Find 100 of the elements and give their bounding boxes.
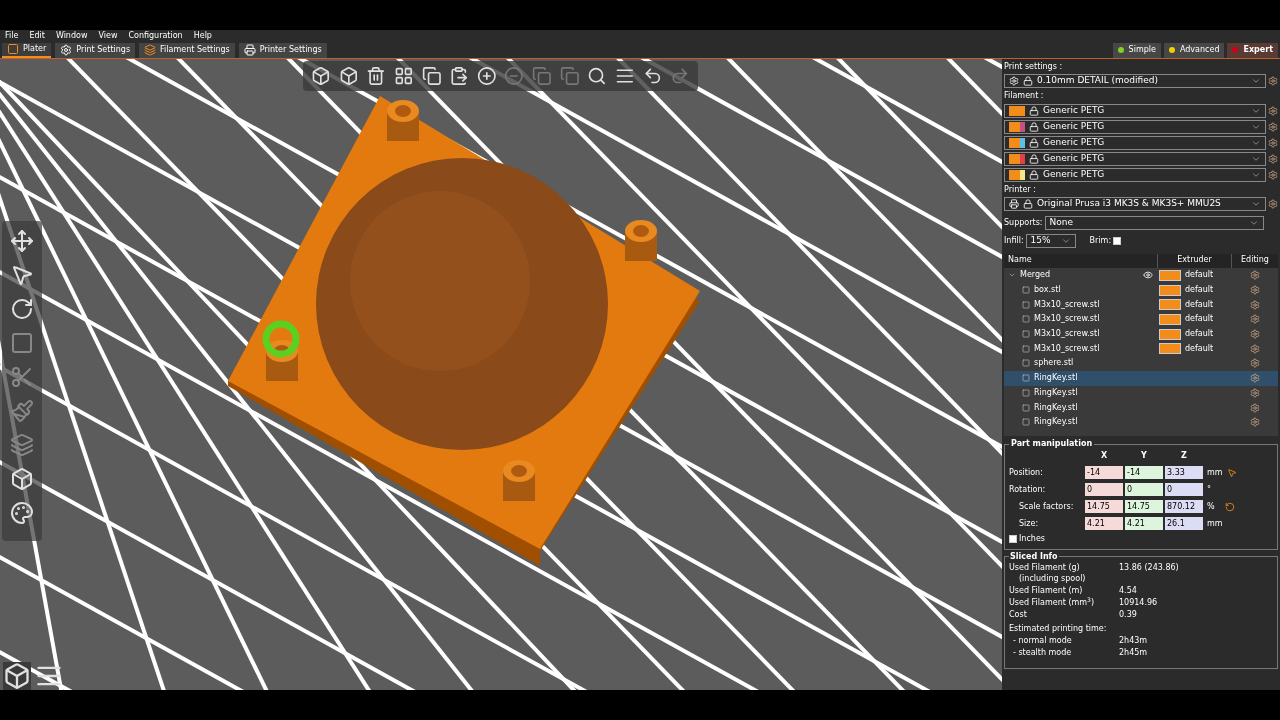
object-name: RingKey.stl xyxy=(1034,372,1078,385)
settings-icon[interactable] xyxy=(1250,402,1260,413)
value-input[interactable]: 3.33 xyxy=(1165,466,1203,479)
settings-icon[interactable] xyxy=(1268,122,1278,132)
menu-item[interactable]: Configuration xyxy=(128,30,183,42)
filament-dropdown[interactable]: Generic PETG xyxy=(1004,104,1266,118)
rotate-icon[interactable] xyxy=(10,297,34,321)
settings-icon[interactable] xyxy=(1250,343,1260,354)
menu-item[interactable]: File xyxy=(5,30,19,42)
settings-icon[interactable] xyxy=(1250,387,1260,398)
value-input[interactable]: 4.21 xyxy=(1085,517,1123,530)
object-row[interactable]: M3x10_screw.stl default xyxy=(1004,326,1278,342)
settings-icon[interactable] xyxy=(1268,170,1278,180)
settings-icon[interactable] xyxy=(1250,373,1260,384)
object-name: Merged xyxy=(1020,269,1051,282)
settings-icon[interactable] xyxy=(1250,314,1260,325)
filament-dropdown[interactable]: Generic PETG xyxy=(1004,152,1266,166)
object-row[interactable]: box.stl default xyxy=(1004,282,1278,298)
menu-item[interactable]: Edit xyxy=(29,30,45,42)
filament-dropdown[interactable]: Generic PETG xyxy=(1004,120,1266,134)
settings-icon[interactable] xyxy=(1268,106,1278,116)
value-input[interactable]: 0 xyxy=(1085,483,1123,496)
value-input[interactable]: 0 xyxy=(1125,483,1163,496)
move-icon[interactable] xyxy=(10,229,34,253)
value-input[interactable]: -14 xyxy=(1125,466,1163,479)
arrange-icon[interactable] xyxy=(393,65,414,87)
model-drawing[interactable] xyxy=(228,96,700,566)
cube-icon[interactable] xyxy=(10,467,34,491)
checkbox-label: Inches xyxy=(1019,533,1045,545)
brim-checkbox[interactable] xyxy=(1113,237,1122,245)
unit-label: mm xyxy=(1207,517,1223,530)
infill-dropdown[interactable]: 15% xyxy=(1025,234,1076,248)
3d-view-icon[interactable] xyxy=(3,662,31,690)
filament-dropdown[interactable]: Generic PETG xyxy=(1004,168,1266,182)
object-name: M3x10_screw.stl xyxy=(1034,313,1100,326)
cut-icon[interactable] xyxy=(10,365,34,389)
column-header: Extruder xyxy=(1158,254,1232,268)
menu-item[interactable]: Window xyxy=(55,30,88,42)
lock-icon xyxy=(1029,138,1039,148)
settings-icon[interactable] xyxy=(1250,417,1260,428)
settings-icon[interactable] xyxy=(1268,154,1278,164)
printer-dropdown[interactable]: Original Prusa i3 MK3S & MK3S+ MMU2S xyxy=(1004,197,1266,211)
field-label: Size: xyxy=(1018,517,1040,530)
value-input[interactable]: -14 xyxy=(1085,466,1123,479)
section-label: Filament : xyxy=(1004,90,1045,102)
object-row[interactable]: M3x10_screw.stl default xyxy=(1004,312,1278,327)
supports-dropdown[interactable]: None xyxy=(1044,216,1264,230)
settings-icon[interactable] xyxy=(1268,199,1278,209)
menu-item[interactable]: View xyxy=(98,30,118,42)
settings-icon[interactable] xyxy=(1268,76,1278,86)
info-label: - stealth mode xyxy=(1012,647,1073,658)
object-row[interactable]: sphere.stl xyxy=(1004,356,1278,371)
settings-icon[interactable] xyxy=(1250,285,1260,296)
menu-item[interactable]: Help xyxy=(193,30,212,42)
filament-dropdown[interactable]: Generic PETG xyxy=(1004,136,1266,150)
remove-instance-icon[interactable] xyxy=(504,65,525,87)
mode-button[interactable]: Expert xyxy=(1227,42,1278,58)
palette-icon[interactable] xyxy=(10,501,34,525)
info-label: Cost xyxy=(1009,609,1028,620)
tab[interactable]: Filament Settings xyxy=(139,42,235,58)
value-input[interactable]: 0 xyxy=(1165,483,1203,496)
reset-icon[interactable] xyxy=(1224,501,1235,512)
visibility-eye-icon[interactable] xyxy=(1143,270,1153,281)
mode-button[interactable]: Simple xyxy=(1112,42,1161,58)
info-label: Used Filament (mm$^{3}$) xyxy=(1009,597,1096,608)
mode-button[interactable]: Advanced xyxy=(1163,42,1225,58)
field-label: Rotation: xyxy=(1009,483,1047,496)
settings-icon[interactable] xyxy=(1250,329,1260,340)
settings-icon[interactable] xyxy=(1250,270,1260,281)
value-input[interactable]: 4.21 xyxy=(1125,517,1163,530)
object-row[interactable]: RingKey.stl xyxy=(1004,385,1278,401)
delete-icon[interactable] xyxy=(366,65,386,87)
object-row[interactable]: Merged default xyxy=(1004,268,1278,283)
value-input[interactable]: 26.1 xyxy=(1165,517,1203,530)
info-value: 0.39 xyxy=(1119,609,1137,620)
inches-checkbox[interactable] xyxy=(1009,535,1017,543)
column-header: Name xyxy=(1004,254,1158,268)
object-row[interactable]: RingKey.stl xyxy=(1004,414,1278,430)
object-row[interactable]: M3x10_screw.stl default xyxy=(1004,297,1278,313)
paste-icon[interactable] xyxy=(449,65,469,87)
print-preset-dropdown[interactable]: 0.10mm DETAIL (modified) xyxy=(1004,74,1266,88)
value-input[interactable]: 870.12 xyxy=(1165,500,1203,513)
search-icon[interactable] xyxy=(587,65,608,87)
printer-icon xyxy=(243,44,256,56)
value-input[interactable]: 14.75 xyxy=(1125,500,1163,513)
add-instance-icon[interactable] xyxy=(476,65,497,87)
settings-icon[interactable] xyxy=(1250,299,1260,310)
settings-icon[interactable] xyxy=(1268,138,1278,148)
tab[interactable]: Print Settings xyxy=(55,42,136,58)
tab[interactable]: Printer Settings xyxy=(238,42,327,58)
copy-icon[interactable] xyxy=(421,65,442,87)
3d-viewport[interactable] xyxy=(0,59,1002,690)
object-name: M3x10_screw.stl xyxy=(1034,342,1100,355)
object-row[interactable]: RingKey.stl xyxy=(1004,370,1278,386)
value-input[interactable]: 14.75 xyxy=(1085,500,1123,513)
tab[interactable]: Plater xyxy=(2,42,52,58)
object-row[interactable]: RingKey.stl xyxy=(1004,400,1278,415)
paint-icon[interactable] xyxy=(10,399,34,423)
settings-icon[interactable] xyxy=(1250,358,1260,369)
object-row[interactable]: M3x10_screw.stl default xyxy=(1004,341,1278,357)
